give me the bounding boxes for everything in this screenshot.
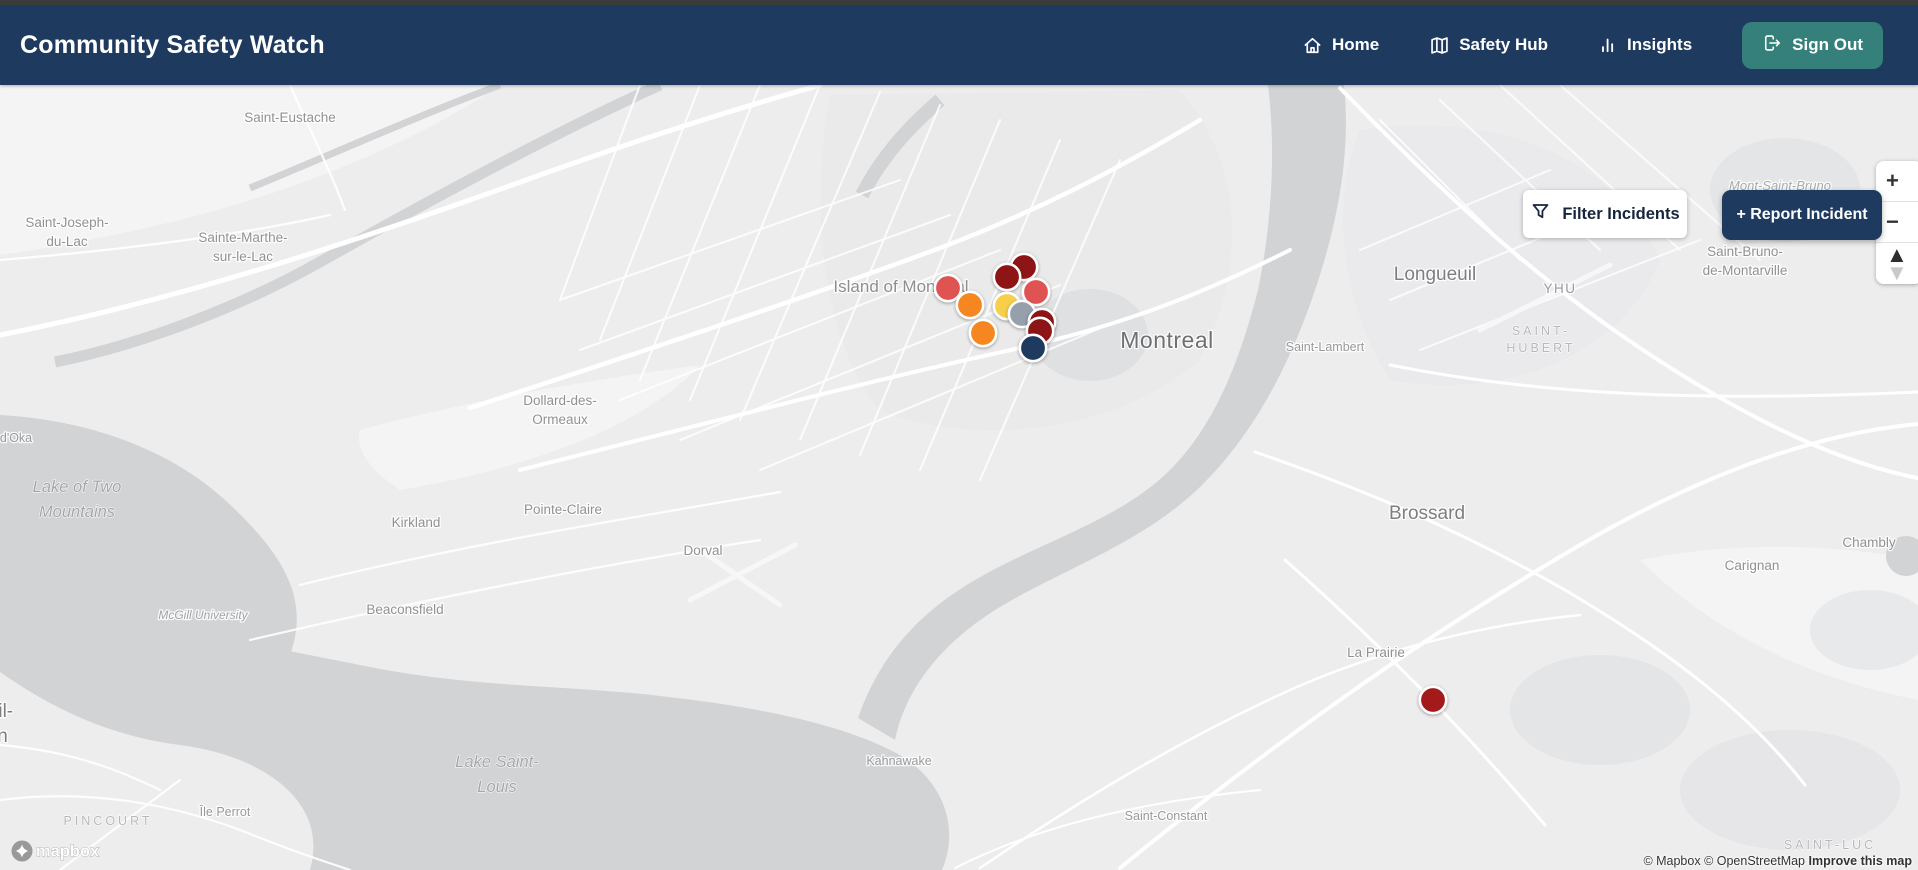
map-place-label: YHU <box>1543 281 1576 296</box>
map-icon <box>1429 35 1450 56</box>
map-place-label: du-Lac <box>46 234 88 249</box>
map-place-label: PINCOURT <box>63 814 152 828</box>
bar-chart-icon <box>1598 35 1618 55</box>
sign-out-label: Sign Out <box>1792 35 1863 54</box>
map-navigation-control: + − ▲ ▼ <box>1876 161 1918 284</box>
nav-label: Safety Hub <box>1459 35 1548 54</box>
nav-item-home[interactable]: Home <box>1302 35 1379 56</box>
map-place-label: HUBERT <box>1506 341 1575 355</box>
map-place-label: SAINT- <box>1512 324 1570 338</box>
incident-marker[interactable] <box>955 290 985 320</box>
incident-marker[interactable] <box>1018 333 1048 363</box>
map-container: Saint-Eustache Saint-Joseph-du-Lac Sainte-… <box>0 85 1918 870</box>
map-place-label: de-Montarville <box>1703 263 1788 278</box>
map-place-label: Île Perrot <box>199 804 251 819</box>
nav-label: Home <box>1331 35 1380 54</box>
map-place-label: Beaconsfield <box>366 602 443 617</box>
minus-icon: − <box>1886 209 1899 234</box>
main-nav: Home Safety Hub Insights Sign Out <box>1302 21 1883 69</box>
map-place-label: Louis <box>477 778 516 796</box>
map-place-label: Montreal <box>1120 327 1213 353</box>
map-place-label: sur-le-Lac <box>213 249 273 264</box>
page-title: Community Safety Watch <box>20 30 325 59</box>
map-place-label: Sainte-Marthe- <box>198 230 287 245</box>
map-place-label: Lake of Two <box>33 478 122 496</box>
map-place-label: reuil- <box>0 701 13 722</box>
sign-out-button[interactable]: Sign Out <box>1742 21 1883 69</box>
improve-map-link[interactable]: Improve this map <box>1809 854 1913 868</box>
map-place-label: Longueuil <box>1394 264 1476 285</box>
mapbox-wordmark: mapbox <box>36 843 100 861</box>
top-strip <box>0 0 1918 5</box>
pitch-toggle-button[interactable]: ▲ ▼ <box>1876 243 1918 284</box>
map-place-label: Lake Saint- <box>455 753 539 771</box>
plus-icon: + <box>1886 168 1899 193</box>
map-place-label: La Prairie <box>1347 645 1405 660</box>
map-place-label: Dorval <box>683 543 722 558</box>
incident-marker[interactable] <box>992 262 1022 292</box>
incident-marker[interactable] <box>933 273 963 303</box>
attribution-osm-link[interactable]: © OpenStreetMap <box>1704 854 1805 868</box>
filter-icon <box>1530 201 1551 227</box>
incident-marker[interactable] <box>1418 685 1448 715</box>
zoom-out-button[interactable]: − <box>1876 202 1918 243</box>
map-place-label: d'Oka <box>0 431 32 445</box>
filter-incidents-button[interactable]: Filter Incidents <box>1523 190 1687 238</box>
log-out-icon <box>1762 33 1782 58</box>
map-place-label: Kahnawake <box>866 754 931 768</box>
zoom-in-button[interactable]: + <box>1876 161 1918 202</box>
report-incident-button[interactable]: + Report Incident <box>1722 190 1882 240</box>
map-place-label: Kirkland <box>392 515 441 530</box>
map-place-label: Brossard <box>1389 503 1465 524</box>
attribution-mapbox-link[interactable]: © Mapbox <box>1643 854 1700 868</box>
incident-marker[interactable] <box>968 318 998 348</box>
nav-label: Insights <box>1627 35 1693 54</box>
triangle-down-icon: ▼ <box>1886 259 1908 284</box>
app-header: Community Safety Watch Home Safety Hub I… <box>0 5 1918 85</box>
map-place-label: Pointe-Claire <box>524 502 602 517</box>
map-place-label: Saint-Joseph- <box>25 215 108 230</box>
map-place-label: Dollard-des- <box>523 393 597 408</box>
map-place-label: Chambly <box>1842 535 1896 550</box>
nav-item-safety-hub[interactable]: Safety Hub <box>1429 35 1548 56</box>
map-place-label: Mountains <box>39 503 115 521</box>
home-icon <box>1302 35 1323 56</box>
map-place-label: Saint-Bruno- <box>1707 244 1783 259</box>
mapbox-logo[interactable]: mapbox <box>10 838 106 864</box>
map-place-label: SAINT-LUC <box>1784 838 1876 852</box>
map-place-label: rion <box>0 726 8 747</box>
filter-label: Filter Incidents <box>1562 204 1680 223</box>
map-place-label: Saint-Lambert <box>1286 340 1365 354</box>
app-window: Community Safety Watch Home Safety Hub I… <box>0 0 1918 870</box>
map-place-label: McGill University <box>158 608 248 622</box>
nav-item-insights[interactable]: Insights <box>1598 35 1692 55</box>
map-place-label: Saint-Eustache <box>244 110 336 125</box>
map-attribution: © Mapbox © OpenStreetMap Improve this ma… <box>1643 854 1912 868</box>
map-place-label: Carignan <box>1725 558 1780 573</box>
map-place-label: Ormeaux <box>532 412 588 427</box>
report-label: + Report Incident <box>1736 206 1868 223</box>
map-place-label: Saint-Constant <box>1125 809 1208 823</box>
